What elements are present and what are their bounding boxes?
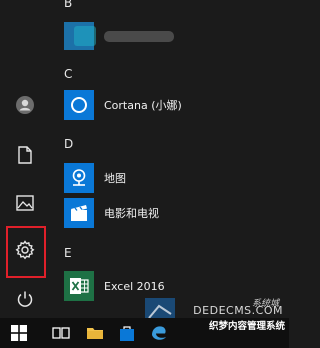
user-avatar-icon <box>16 96 34 114</box>
start-button[interactable] <box>2 318 36 348</box>
app-item-movies-tv[interactable]: 电影和电视 <box>64 197 284 229</box>
cortana-icon <box>71 97 87 113</box>
pictures-button[interactable] <box>4 184 46 222</box>
file-explorer-icon <box>87 328 103 339</box>
watermark-site: DEDECMS.COM <box>193 304 283 317</box>
maps-tile <box>64 163 94 193</box>
section-header-d[interactable]: D <box>64 137 73 151</box>
cortana-tile <box>64 90 94 120</box>
excel-tile <box>64 271 94 301</box>
film-icon <box>71 205 87 221</box>
blurred-app-row <box>64 22 174 50</box>
document-icon <box>18 146 32 164</box>
app-label-excel: Excel 2016 <box>104 279 165 293</box>
windows-start-icon <box>11 325 27 341</box>
app-label-cortana: Cortana (小娜) <box>104 99 182 112</box>
store-icon <box>120 326 134 341</box>
power-button[interactable] <box>4 280 46 318</box>
edge-button[interactable] <box>142 318 176 348</box>
section-header-e[interactable]: E <box>64 246 72 260</box>
app-label-maps: 地图 <box>104 172 126 185</box>
map-pin-icon <box>72 169 86 186</box>
edge-icon <box>152 326 166 340</box>
store-button[interactable] <box>110 318 144 348</box>
app-item-maps[interactable]: 地图 <box>64 162 284 194</box>
app-list: B C Cortana (小娜) D 地图 电影和电视 E Excel 2016 <box>50 0 289 318</box>
settings-highlight-box <box>6 226 46 278</box>
movies-tv-tile <box>64 198 94 228</box>
file-explorer-button[interactable] <box>78 318 112 348</box>
watermark-slogan: 织梦内容管理系统 <box>208 321 285 332</box>
documents-button[interactable] <box>4 136 46 174</box>
pictures-icon <box>16 195 34 211</box>
user-account-button[interactable] <box>4 86 46 124</box>
task-view-icon <box>52 327 70 339</box>
excel-icon <box>70 278 89 294</box>
app-label-movies-tv: 电影和电视 <box>104 207 159 220</box>
section-header-c[interactable]: C <box>64 67 72 81</box>
power-icon <box>17 291 33 307</box>
app-item-cortana[interactable]: Cortana (小娜) <box>64 89 284 121</box>
task-view-button[interactable] <box>44 318 78 348</box>
section-header-b[interactable]: B <box>64 0 72 10</box>
